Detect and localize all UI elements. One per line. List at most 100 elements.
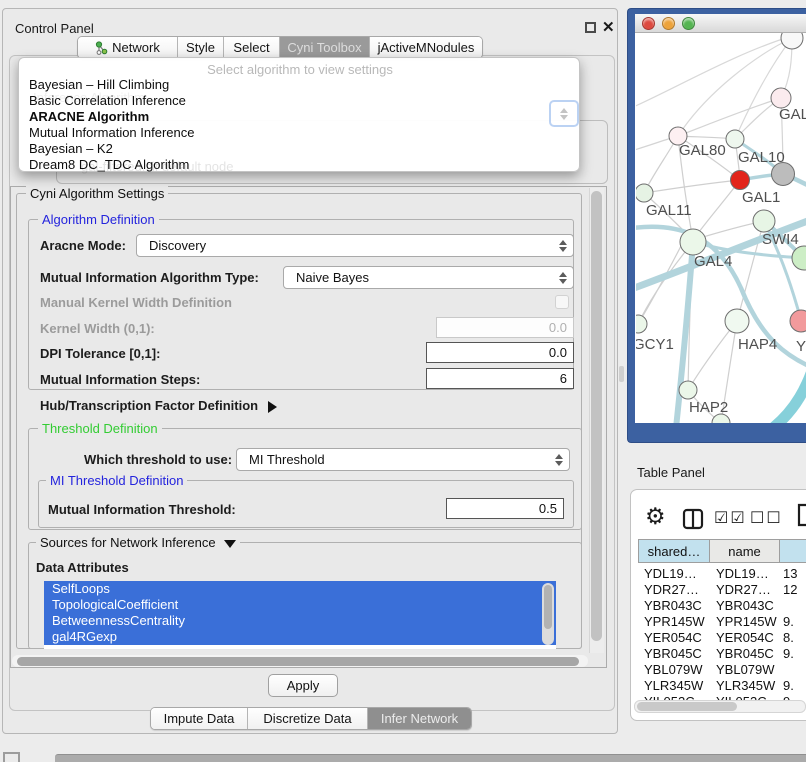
table-cell[interactable]: YPR145W <box>716 614 778 630</box>
mi-type-select[interactable]: Naive Bayes <box>283 266 574 289</box>
attribute-item[interactable]: TopologicalCoefficient <box>44 597 556 613</box>
table-cell[interactable]: 9. <box>783 678 806 694</box>
tab-impute-data[interactable]: Impute Data <box>151 708 247 729</box>
tab-jactivemnodules[interactable]: jActiveMNodules <box>369 37 482 58</box>
data-attributes-list[interactable]: SelfLoopsTopologicalCoefficientBetweenne… <box>44 581 556 649</box>
network-window-titlebar[interactable] <box>635 14 806 33</box>
network-edge[interactable] <box>769 359 806 423</box>
network-node[interactable] <box>771 88 791 108</box>
mi-threshold-group-title: MI Threshold Definition <box>46 473 187 488</box>
dpi-tolerance-field[interactable] <box>426 342 574 363</box>
horizontal-scrollbar-thumb[interactable] <box>17 657 579 666</box>
attribute-item[interactable]: BetweennessCentrality <box>44 613 556 629</box>
table-cell[interactable]: 8. <box>783 630 806 646</box>
network-edge[interactable] <box>644 136 678 193</box>
network-edge[interactable] <box>678 98 781 136</box>
file-icon[interactable] <box>797 503 806 527</box>
network-node[interactable] <box>636 184 653 202</box>
algorithm-option[interactable]: Bayesian – Hill Climbing <box>29 77 169 93</box>
algorithm-option[interactable]: ARACNE Algorithm <box>29 109 149 125</box>
network-node[interactable] <box>636 315 647 333</box>
table-cell[interactable] <box>783 598 806 614</box>
table-cell[interactable]: YDL19… <box>716 566 778 582</box>
network-node[interactable] <box>781 33 803 49</box>
hub-definition-expander[interactable]: Hub/Transcription Factor Definition <box>40 398 277 413</box>
bottom-mini-icon[interactable] <box>3 752 20 762</box>
network-icon <box>95 41 108 55</box>
table-cell[interactable]: YBR045C <box>716 646 778 662</box>
tab-label: Style <box>186 40 215 55</box>
apply-button[interactable]: Apply <box>268 674 338 697</box>
algorithm-option[interactable]: Mutual Information Inference <box>29 125 194 141</box>
mac-close-button[interactable] <box>642 17 655 30</box>
tab-infer-network[interactable]: Infer Network <box>367 708 471 729</box>
tab-network[interactable]: Network <box>78 37 177 58</box>
kernel-width-field[interactable] <box>436 317 574 338</box>
network-node[interactable] <box>790 310 806 332</box>
manual-kernel-checkbox[interactable] <box>555 295 569 309</box>
table-cell[interactable] <box>783 662 806 678</box>
table-horizontal-scrollbar-thumb[interactable] <box>637 702 737 711</box>
float-window-icon[interactable] <box>585 22 596 33</box>
algorithm-option[interactable]: Basic Correlation Inference <box>29 93 186 109</box>
mac-minimize-button[interactable] <box>662 17 675 30</box>
table-cell[interactable]: YDR27… <box>716 582 778 598</box>
gear-icon[interactable]: ⚙ <box>645 503 666 530</box>
table-cell[interactable]: 9. <box>783 614 806 630</box>
network-canvas[interactable]: GALGAL80GAL10GAL1GAL11SWI4GAL4GCY1HAP4YH… <box>636 33 806 423</box>
window-title: Control Panel <box>15 21 94 36</box>
table-cell[interactable]: YDR27… <box>644 582 708 598</box>
network-node[interactable] <box>725 309 749 333</box>
table-cell[interactable]: YER054C <box>716 630 778 646</box>
table-cell[interactable]: YBR045C <box>644 646 708 662</box>
table-panel-title: Table Panel <box>637 465 705 480</box>
node-label: GAL4 <box>694 253 732 270</box>
vertical-scrollbar-thumb[interactable] <box>591 191 602 641</box>
mac-zoom-button[interactable] <box>682 17 695 30</box>
column-header-shared…[interactable]: shared… <box>638 539 710 563</box>
table-cell[interactable]: 12 <box>783 582 806 598</box>
table-cell[interactable]: YLR345W <box>644 678 708 694</box>
algorithm-option[interactable]: Bayesian – K2 <box>29 141 113 157</box>
clear-all-checkboxes-icon[interactable]: ☐☐ <box>750 508 783 528</box>
table-cell[interactable]: YBL079W <box>716 662 778 678</box>
network-node[interactable] <box>726 130 744 148</box>
sources-group-expander[interactable]: Sources for Network Inference <box>36 535 240 550</box>
column-header-name[interactable]: name <box>710 539 780 563</box>
tab-select[interactable]: Select <box>223 37 279 58</box>
table-cell[interactable]: YLR345W <box>716 678 778 694</box>
network-node[interactable] <box>731 171 750 190</box>
tab-style[interactable]: Style <box>177 37 223 58</box>
columns-icon[interactable] <box>682 508 704 530</box>
network-edge[interactable] <box>678 38 792 136</box>
table-cell[interactable]: YBR043C <box>716 598 778 614</box>
table-cell[interactable]: YBR043C <box>644 598 708 614</box>
network-edge[interactable] <box>688 321 737 390</box>
attribute-item[interactable]: SelfLoops <box>44 581 556 597</box>
splitter-handle[interactable] <box>619 366 624 382</box>
network-node[interactable] <box>679 381 697 399</box>
table-cell[interactable]: YER054C <box>644 630 708 646</box>
table-cell[interactable]: YBL079W <box>644 662 708 678</box>
which-threshold-select[interactable]: MI Threshold <box>236 448 570 471</box>
network-node[interactable] <box>753 210 775 232</box>
tab-cyni-toolbox[interactable]: Cyni Toolbox <box>279 37 369 58</box>
network-edge[interactable] <box>644 180 740 193</box>
algorithm-option[interactable]: Dream8 DC_TDC Algorithm <box>29 157 189 173</box>
table-cell[interactable]: 9. <box>783 646 806 662</box>
select-all-checkboxes-icon[interactable]: ☑☑ <box>714 508 747 528</box>
table-cell[interactable]: YPR145W <box>644 614 708 630</box>
table-cell[interactable]: YDL19… <box>644 566 708 582</box>
aracne-mode-select[interactable]: Discovery <box>136 234 574 257</box>
network-node[interactable] <box>680 229 706 255</box>
close-icon[interactable]: ✕ <box>602 18 615 36</box>
attributes-scrollbar-thumb[interactable] <box>544 585 552 629</box>
attribute-item[interactable]: gal4RGexp <box>44 629 556 645</box>
mi-threshold-field[interactable] <box>446 498 564 519</box>
table-cell[interactable]: 13 <box>783 566 806 582</box>
tab-discretize-data[interactable]: Discretize Data <box>247 708 367 729</box>
column-header-A[interactable]: A <box>780 539 806 563</box>
tab-label: Impute Data <box>164 711 235 726</box>
sources-group-title: Sources for Network Inference <box>40 535 216 550</box>
mi-steps-field[interactable] <box>426 368 574 389</box>
